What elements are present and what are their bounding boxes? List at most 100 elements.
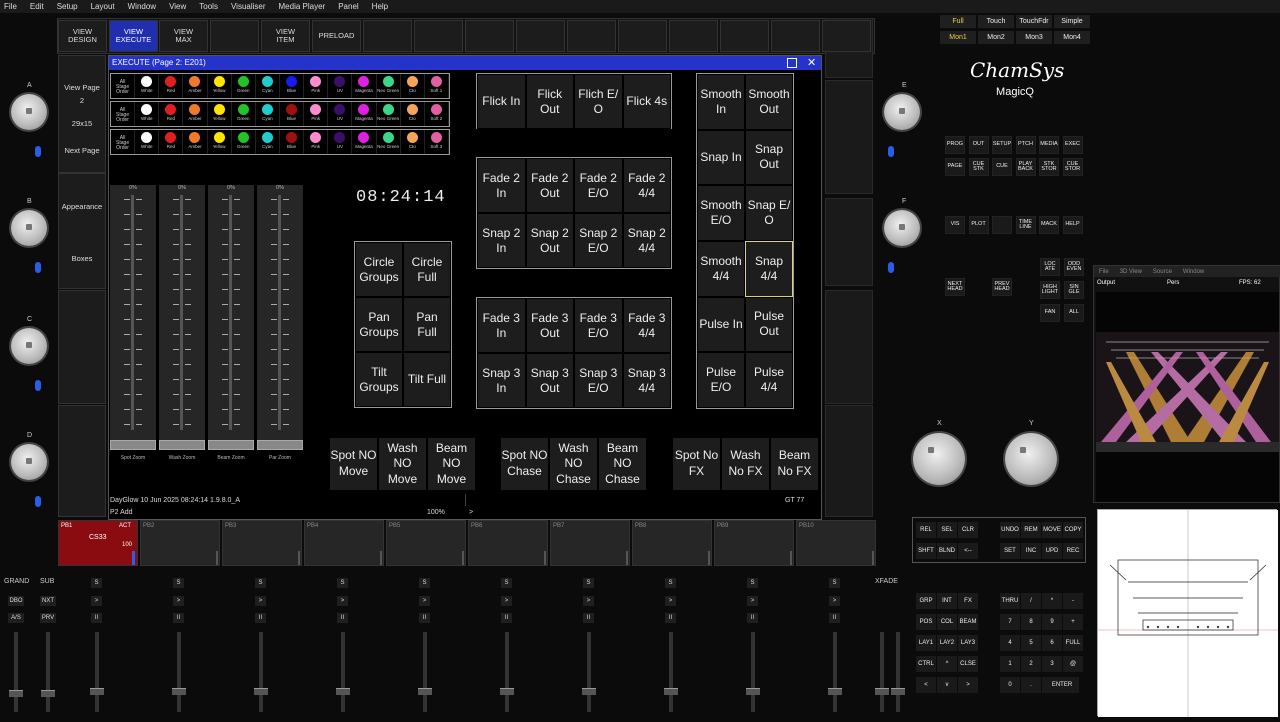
vis-menu-item[interactable]: Window <box>1183 269 1204 275</box>
keypad-7[interactable]: 7 <box>1000 614 1020 630</box>
colour-swatch[interactable]: Neo Green <box>377 74 401 98</box>
menu-setup[interactable]: Setup <box>57 2 78 11</box>
key-stkstor[interactable]: STK STOR <box>1039 158 1059 176</box>
groups-button[interactable]: Tilt Groups <box>355 352 403 407</box>
playback-6[interactable]: PB6 <box>468 520 548 566</box>
playback-5[interactable]: PB5 <box>386 520 466 566</box>
colour-swatch[interactable]: UV <box>328 74 353 98</box>
colour-swatch[interactable]: Amber <box>183 74 208 98</box>
colour-swatch[interactable]: White <box>135 102 160 126</box>
key-locate[interactable]: LOC ATE <box>1040 258 1060 276</box>
keypad-3[interactable]: 3 <box>1042 656 1062 672</box>
keypad-x[interactable]: > <box>958 677 978 693</box>
colour-swatch[interactable]: Blue <box>280 74 305 98</box>
key-all[interactable]: ALL <box>1064 304 1084 322</box>
appearance-button[interactable]: Appearance <box>59 202 105 211</box>
pb-select-button[interactable]: S <box>419 578 430 588</box>
colour-swatch[interactable]: Yellow <box>208 130 232 154</box>
pb-select-button[interactable]: S <box>501 578 512 588</box>
pb-fader-cap[interactable] <box>172 688 186 695</box>
smooth-button[interactable]: Snap Out <box>745 129 793 186</box>
key-cue[interactable]: CUE <box>992 158 1012 176</box>
top-empty-button[interactable] <box>771 20 820 52</box>
keypad-clse[interactable]: CLSE <box>958 656 978 672</box>
scroll-right-icon[interactable]: > <box>469 509 473 516</box>
prv-button[interactable]: PRV <box>40 613 56 623</box>
view-button-0[interactable]: VIEW DESIGN <box>58 20 107 52</box>
key-media[interactable]: MEDIA <box>1039 136 1059 154</box>
key-single[interactable]: SIN GLE <box>1064 281 1084 299</box>
zoom-fader[interactable]: 0% <box>208 185 254 440</box>
keypad-5[interactable]: 5 <box>1021 635 1041 651</box>
colour-swatch[interactable]: Cyan <box>256 130 280 154</box>
pb-fader-cap[interactable] <box>664 688 678 695</box>
keypad-beam[interactable]: BEAM <box>958 614 978 630</box>
groups-button[interactable]: Circle Groups <box>355 242 403 297</box>
menu-view[interactable]: View <box>169 2 186 11</box>
playback-7[interactable]: PB7 <box>550 520 630 566</box>
pb-go-button[interactable]: > <box>173 596 184 606</box>
pb-pause-button[interactable]: II <box>501 613 512 623</box>
menu-tools[interactable]: Tools <box>199 2 218 11</box>
key-highlight[interactable]: HIGH LIGHT <box>1040 281 1060 299</box>
colour-swatch[interactable]: Cyan <box>256 102 280 126</box>
pb-fader-cap[interactable] <box>828 688 842 695</box>
keypad-fx[interactable]: FX <box>958 593 978 609</box>
top-empty-button[interactable] <box>567 20 616 52</box>
fade2-button[interactable]: Fade 2 In <box>477 158 526 213</box>
keypad-x[interactable]: . <box>1021 677 1041 693</box>
key-rec[interactable]: REC <box>1063 543 1083 559</box>
smooth-button[interactable]: Smooth Out <box>745 74 793 130</box>
fade2-button[interactable]: Snap 2 In <box>477 213 526 268</box>
keypad-x[interactable]: < <box>916 677 936 693</box>
smooth-button[interactable]: Smooth In <box>697 74 745 130</box>
encoder-knob-b[interactable] <box>11 210 47 246</box>
pb-fader-cap[interactable] <box>582 688 596 695</box>
top-empty-button[interactable] <box>618 20 667 52</box>
fade2-button[interactable]: Snap 2 E/O <box>574 213 623 268</box>
pb-fader-cap[interactable] <box>418 688 432 695</box>
key-undo[interactable]: UNDO <box>1000 522 1020 538</box>
fader-handle[interactable] <box>159 440 205 450</box>
keypad-lay3[interactable]: LAY3 <box>958 635 978 651</box>
key-shft[interactable]: SHFT <box>916 543 936 559</box>
master-fader-cap[interactable] <box>9 690 23 697</box>
view-button-3[interactable] <box>210 20 259 52</box>
pb-go-button[interactable]: > <box>419 596 430 606</box>
menu-visualiser[interactable]: Visualiser <box>231 2 266 11</box>
keypad-v[interactable]: v <box>937 677 957 693</box>
side-panel-3[interactable] <box>58 290 106 404</box>
view-button-4[interactable]: VIEW ITEM <box>261 20 310 52</box>
pb-pause-button[interactable]: II <box>255 613 266 623</box>
flick-button[interactable]: Flich E/ O <box>574 74 623 129</box>
keypad-enter[interactable]: ENTER <box>1045 677 1079 693</box>
xfade-cap[interactable] <box>891 688 905 695</box>
encoder-knob-y[interactable] <box>1005 433 1057 485</box>
colour-swatch[interactable]: White <box>135 130 160 154</box>
pb-pause-button[interactable]: II <box>91 613 102 623</box>
groups-button[interactable]: Pan Full <box>403 297 451 352</box>
pb-pause-button[interactable]: II <box>665 613 676 623</box>
flick-button[interactable]: Flick 4s <box>622 74 671 129</box>
all-stage-order-button[interactable]: All Stage Order <box>111 74 136 98</box>
top-empty-button[interactable] <box>363 20 412 52</box>
keypad-int[interactable]: INT <box>937 593 957 609</box>
mode-button-full[interactable]: Full <box>940 15 976 28</box>
mode-button-simple[interactable]: Simple <box>1054 15 1090 28</box>
keypad-6[interactable]: 6 <box>1042 635 1062 651</box>
colour-swatch[interactable]: Yellow <box>208 102 232 126</box>
keypad-9[interactable]: 9 <box>1042 614 1062 630</box>
top-empty-button[interactable] <box>822 20 871 52</box>
key-blank[interactable] <box>992 216 1012 234</box>
playback-2[interactable]: PB2 <box>140 520 220 566</box>
keypad-grp[interactable]: GRP <box>916 593 936 609</box>
pb-select-button[interactable]: S <box>337 578 348 588</box>
key-vis[interactable]: VIS <box>945 216 965 234</box>
smooth-button[interactable]: Snap In <box>697 129 745 186</box>
pb-select-button[interactable]: S <box>583 578 594 588</box>
keypad-x[interactable]: @ <box>1063 656 1083 672</box>
right-side-panel[interactable] <box>825 405 873 517</box>
playback-4[interactable]: PB4 <box>304 520 384 566</box>
fade3-button[interactable]: Snap 3 In <box>477 353 526 408</box>
menu-layout[interactable]: Layout <box>91 2 115 11</box>
